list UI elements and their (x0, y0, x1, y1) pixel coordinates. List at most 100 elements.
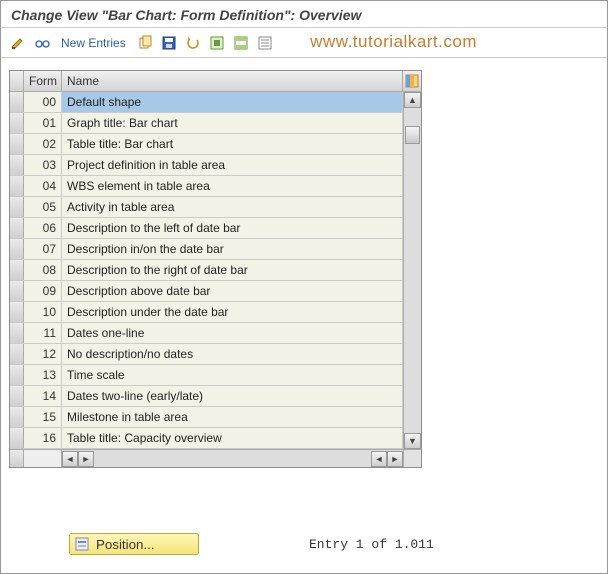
save-icon[interactable] (160, 34, 178, 52)
cell-name[interactable]: No description/no dates (62, 344, 403, 364)
deselect-all-icon[interactable] (256, 34, 274, 52)
table-row[interactable]: 07Description in/on the date bar (10, 239, 403, 260)
row-selector[interactable] (10, 407, 24, 427)
undo-icon[interactable] (184, 34, 202, 52)
scroll-down-arrow[interactable]: ▼ (404, 433, 421, 449)
cell-name[interactable]: Activity in table area (62, 197, 403, 217)
scroll-left-end-arrow[interactable]: ◄ (371, 451, 387, 467)
cell-form[interactable]: 02 (24, 134, 62, 154)
cell-name[interactable]: Dates one-line (62, 323, 403, 343)
cell-form[interactable]: 05 (24, 197, 62, 217)
sap-window: Change View "Bar Chart: Form Definition"… (0, 0, 608, 574)
cell-name[interactable]: Milestone in table area (62, 407, 403, 427)
cell-form[interactable]: 10 (24, 302, 62, 322)
table-row[interactable]: 14Dates two-line (early/late) (10, 386, 403, 407)
cell-form[interactable]: 16 (24, 428, 62, 448)
display-change-toggle-icon[interactable] (9, 34, 27, 52)
select-all-icon[interactable] (208, 34, 226, 52)
table-row[interactable]: 08Description to the right of date bar (10, 260, 403, 281)
cell-name[interactable]: Table title: Capacity overview (62, 428, 403, 448)
cell-name[interactable]: Description under the date bar (62, 302, 403, 322)
table-row[interactable]: 02Table title: Bar chart (10, 134, 403, 155)
cell-form[interactable]: 07 (24, 239, 62, 259)
cell-name[interactable]: Project definition in table area (62, 155, 403, 175)
row-selector[interactable] (10, 239, 24, 259)
table-row[interactable]: 10Description under the date bar (10, 302, 403, 323)
cell-name[interactable]: Time scale (62, 365, 403, 385)
row-selector-header[interactable] (10, 71, 24, 91)
cell-form[interactable]: 15 (24, 407, 62, 427)
vscroll-thumb[interactable] (405, 126, 420, 144)
row-selector[interactable] (10, 197, 24, 217)
row-selector[interactable] (10, 113, 24, 133)
position-icon (74, 536, 90, 552)
cell-form[interactable]: 14 (24, 386, 62, 406)
row-selector[interactable] (10, 260, 24, 280)
cell-form[interactable]: 01 (24, 113, 62, 133)
vertical-scrollbar[interactable]: ▲ ▼ (403, 92, 421, 449)
scroll-left-arrow[interactable]: ◄ (62, 451, 78, 467)
cell-form[interactable]: 12 (24, 344, 62, 364)
cell-name[interactable]: WBS element in table area (62, 176, 403, 196)
copy-icon[interactable] (136, 34, 154, 52)
footer: Position... Entry 1 of 1.011 (1, 533, 607, 555)
scroll-up-arrow[interactable]: ▲ (404, 92, 421, 108)
table-row[interactable]: 16Table title: Capacity overview (10, 428, 403, 449)
cell-name[interactable]: Description to the left of date bar (62, 218, 403, 238)
row-selector[interactable] (10, 302, 24, 322)
cell-form[interactable]: 13 (24, 365, 62, 385)
row-selector[interactable] (10, 218, 24, 238)
cell-name[interactable]: Description to the right of date bar (62, 260, 403, 280)
cell-form[interactable]: 00 (24, 92, 62, 112)
cell-name[interactable]: Description in/on the date bar (62, 239, 403, 259)
table-row[interactable]: 06Description to the left of date bar (10, 218, 403, 239)
table-settings-icon[interactable] (403, 71, 421, 91)
cell-name[interactable]: Description above date bar (62, 281, 403, 301)
row-selector[interactable] (10, 344, 24, 364)
cell-form[interactable]: 03 (24, 155, 62, 175)
table-row[interactable]: 15Milestone in table area (10, 407, 403, 428)
cell-form[interactable]: 04 (24, 176, 62, 196)
row-selector[interactable] (10, 134, 24, 154)
glasses-icon[interactable] (33, 34, 51, 52)
row-selector[interactable] (10, 155, 24, 175)
table-row[interactable]: 13Time scale (10, 365, 403, 386)
scroll-right-end-arrow[interactable]: ► (387, 451, 403, 467)
row-selector[interactable] (10, 428, 24, 448)
new-entries-button[interactable]: New Entries (57, 36, 130, 50)
select-block-icon[interactable] (232, 34, 250, 52)
column-header-name[interactable]: Name (62, 71, 403, 91)
cell-name[interactable]: Table title: Bar chart (62, 134, 403, 154)
cell-name[interactable]: Default shape (62, 92, 403, 112)
row-selector[interactable] (10, 323, 24, 343)
table-row[interactable]: 05Activity in table area (10, 197, 403, 218)
table-row[interactable]: 01Graph title: Bar chart (10, 113, 403, 134)
table-row[interactable]: 03Project definition in table area (10, 155, 403, 176)
scroll-right-arrow[interactable]: ► (78, 451, 94, 467)
cell-form[interactable]: 11 (24, 323, 62, 343)
row-selector[interactable] (10, 92, 24, 112)
cell-name[interactable]: Graph title: Bar chart (62, 113, 403, 133)
column-header-form[interactable]: Form (24, 71, 62, 91)
table-row[interactable]: 04WBS element in table area (10, 176, 403, 197)
table-row[interactable]: 09Description above date bar (10, 281, 403, 302)
row-selector[interactable] (10, 386, 24, 406)
table-row[interactable]: 11Dates one-line (10, 323, 403, 344)
row-selector[interactable] (10, 176, 24, 196)
content-area: Form Name 00Default shape01Graph title: … (1, 58, 607, 468)
position-button-label: Position... (96, 537, 155, 552)
table-row[interactable]: 12No description/no dates (10, 344, 403, 365)
cell-form[interactable]: 09 (24, 281, 62, 301)
toolbar: New Entries www.tutorialkart.com (1, 28, 607, 58)
entry-status-text: Entry 1 of 1.011 (309, 537, 434, 552)
position-button[interactable]: Position... (69, 533, 199, 555)
table-row[interactable]: 00Default shape (10, 92, 403, 113)
vscroll-track[interactable] (404, 108, 421, 433)
cell-form[interactable]: 08 (24, 260, 62, 280)
form-definition-grid: Form Name 00Default shape01Graph title: … (9, 70, 422, 468)
row-selector[interactable] (10, 365, 24, 385)
cell-name[interactable]: Dates two-line (early/late) (62, 386, 403, 406)
cell-form[interactable]: 06 (24, 218, 62, 238)
row-selector[interactable] (10, 281, 24, 301)
horizontal-scrollbar[interactable]: ◄ ► ◄ ► (10, 449, 421, 467)
